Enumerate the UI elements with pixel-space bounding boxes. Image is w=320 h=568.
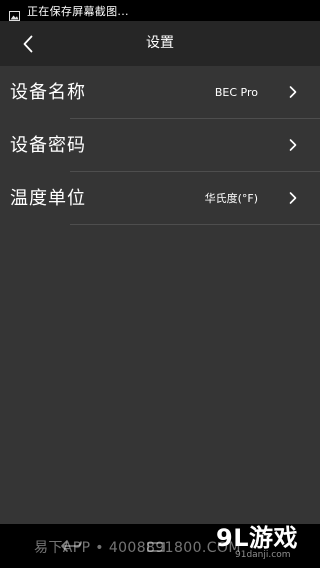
setting-temperature-unit[interactable]: 温度单位 华氏度(°F) [0,172,320,225]
settings-list: 设备名称 BEC Pro 设备密码 温度单位 华氏度(°F) [0,66,320,225]
back-button[interactable] [14,30,42,58]
setting-label: 设备名称 [10,82,86,103]
chevron-right-icon [289,139,297,151]
nav-back-icon[interactable] [60,538,84,554]
chevron-right-icon [289,86,297,98]
nav-home-icon[interactable] [146,540,166,554]
row-divider [70,224,320,225]
setting-label: 温度单位 [10,188,86,209]
screenshot-icon [9,6,20,21]
app-header: 设置 [0,21,320,66]
setting-label: 设备密码 [10,135,86,156]
setting-device-password[interactable]: 设备密码 [0,119,320,172]
settings-screen: 正在保存屏幕截图... 设置 设备名称 BEC Pro 设备密码 温度单位 华氏… [0,0,320,568]
setting-value: 华氏度(°F) [204,192,258,205]
status-notification-text: 正在保存屏幕截图... [27,4,129,18]
status-bar: 正在保存屏幕截图... [0,0,320,21]
chevron-right-icon [289,192,297,204]
setting-value: BEC Pro [214,86,258,99]
page-title: 设置 [146,35,174,51]
back-icon [23,35,33,53]
setting-device-name[interactable]: 设备名称 BEC Pro [0,66,320,119]
